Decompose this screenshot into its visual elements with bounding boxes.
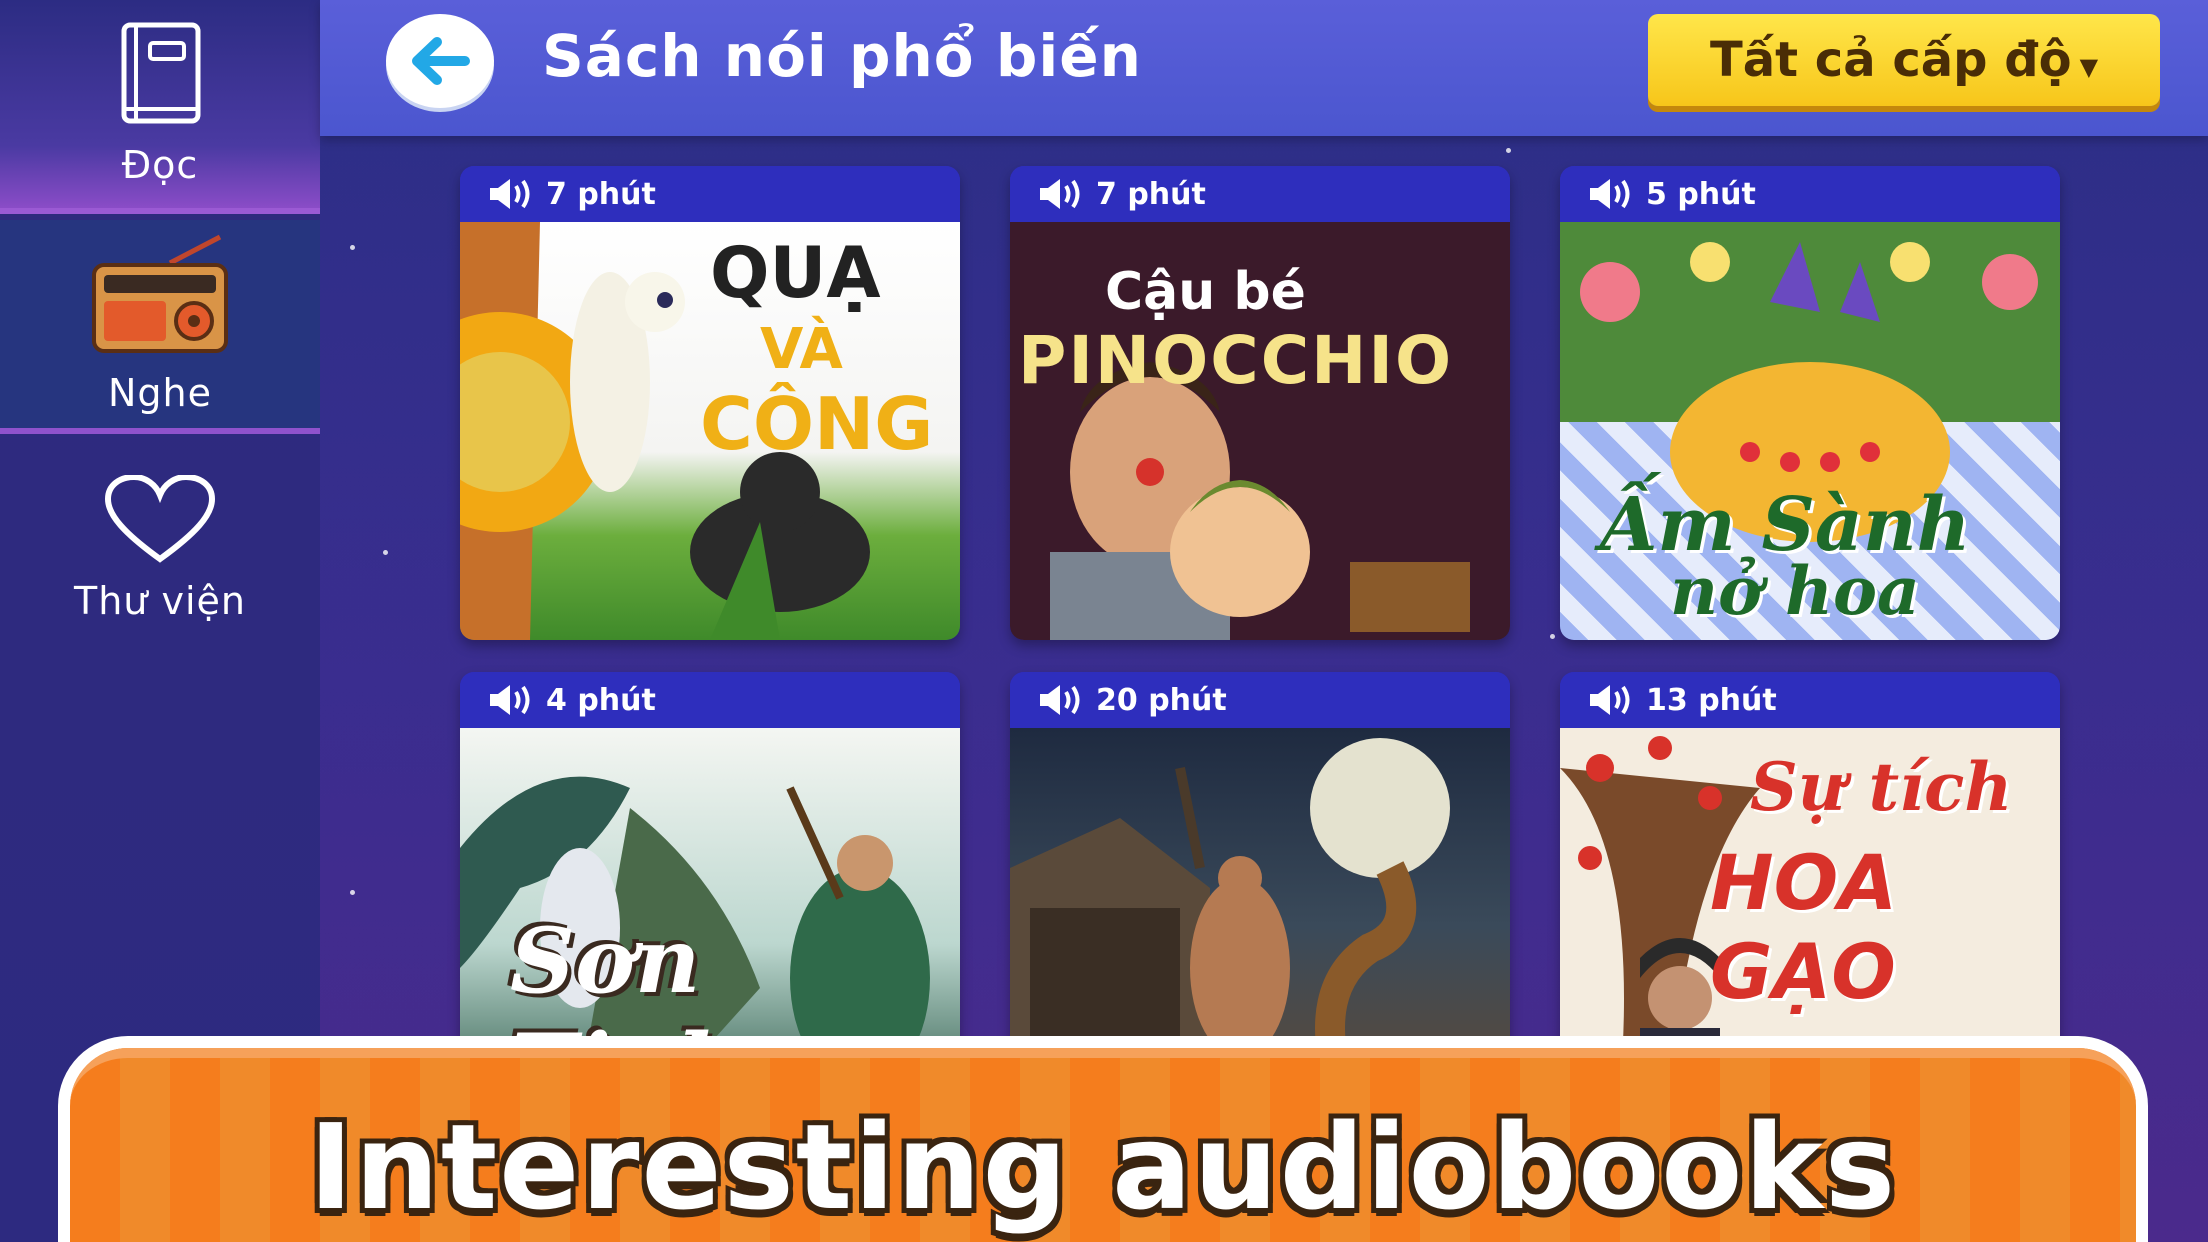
- duration-label: 13 phút: [1646, 682, 1777, 718]
- star-decoration: [350, 890, 355, 895]
- woodcutter-snake-illustration: [1010, 738, 1450, 1088]
- book-card[interactable]: 4 phút Sơn Tinh: [460, 672, 960, 1088]
- cover-title: PINOCCHIO: [1018, 322, 1454, 399]
- book-cover: Ấm Sành nở hoa: [1560, 222, 2060, 640]
- book-card[interactable]: 20 phút: [1010, 672, 1510, 1088]
- book-icon: [121, 22, 201, 124]
- sidebar-item-read[interactable]: Đọc: [0, 0, 320, 214]
- star-decoration: [1550, 634, 1555, 639]
- book-card[interactable]: 7 phút QUẠ VÀ CÔNG: [460, 166, 960, 640]
- book-cover: [1010, 728, 1510, 1088]
- caret-down-icon: ▼: [2079, 53, 2099, 81]
- duration-bar: 4 phút: [460, 672, 960, 728]
- book-cover: Sự tích HOA GẠO: [1560, 728, 2060, 1088]
- book-card[interactable]: 13 phút Sự tích HOA GẠO: [1560, 672, 2060, 1088]
- cover-title: Cậu bé: [1105, 262, 1306, 322]
- book-card[interactable]: 5 phút Ấm Sành nở hoa: [1560, 166, 2060, 640]
- book-cover: Sơn Tinh: [460, 728, 960, 1088]
- sidebar-item-library[interactable]: Thư viện: [0, 442, 320, 656]
- cover-title: Sự tích: [1750, 748, 2013, 826]
- star-decoration: [350, 245, 355, 250]
- level-filter-dropdown[interactable]: Tất cả cấp độ ▼: [1648, 14, 2160, 106]
- cover-title: CÔNG: [700, 382, 934, 466]
- book-cover: QUẠ VÀ CÔNG: [460, 222, 960, 640]
- duration-bar: 20 phút: [1010, 672, 1510, 728]
- cover-title: nở hoa: [1670, 552, 1920, 630]
- book-card[interactable]: 7 phút Cậu bé PINOCCHIO: [1010, 166, 1510, 640]
- sidebar-item-label: Thư viện: [74, 579, 246, 623]
- radio-icon: [92, 234, 228, 353]
- speaker-icon: [1040, 685, 1080, 715]
- duration-bar: 7 phút: [1010, 166, 1510, 222]
- duration-bar: 5 phút: [1560, 166, 2060, 222]
- speaker-icon: [1590, 179, 1630, 209]
- book-cover: Cậu bé PINOCCHIO: [1010, 222, 1510, 640]
- star-decoration: [383, 550, 388, 555]
- duration-label: 5 phút: [1646, 176, 1756, 212]
- duration-bar: 7 phút: [460, 166, 960, 222]
- page-title: Sách nói phổ biến: [542, 22, 1142, 90]
- speaker-icon: [1590, 685, 1630, 715]
- promo-banner: Interesting audiobooks: [58, 1036, 2148, 1242]
- sidebar-item-listen[interactable]: Nghe: [0, 220, 320, 434]
- sidebar-item-label: Đọc: [121, 143, 199, 187]
- cover-title: VÀ: [760, 317, 843, 382]
- sidebar-item-label: Nghe: [107, 371, 212, 415]
- speaker-icon: [1040, 179, 1080, 209]
- star-decoration: [1506, 148, 1511, 153]
- duration-label: 7 phút: [546, 176, 656, 212]
- cover-title: HOA GẠO: [1710, 838, 1898, 1016]
- duration-label: 20 phút: [1096, 682, 1227, 718]
- speaker-icon: [490, 685, 530, 715]
- duration-bar: 13 phút: [1560, 672, 2060, 728]
- duration-label: 4 phút: [546, 682, 656, 718]
- speaker-icon: [490, 179, 530, 209]
- cover-title: QUẠ: [710, 232, 881, 314]
- arrow-left-icon: [412, 37, 470, 85]
- level-filter-label: Tất cả cấp độ: [1709, 32, 2072, 88]
- banner-text: Interesting audiobooks: [308, 1098, 1898, 1236]
- heart-icon: [104, 475, 216, 563]
- back-button[interactable]: [386, 14, 494, 108]
- header-bar: Sách nói phổ biến Tất cả cấp độ ▼: [320, 0, 2208, 136]
- duration-label: 7 phút: [1096, 176, 1206, 212]
